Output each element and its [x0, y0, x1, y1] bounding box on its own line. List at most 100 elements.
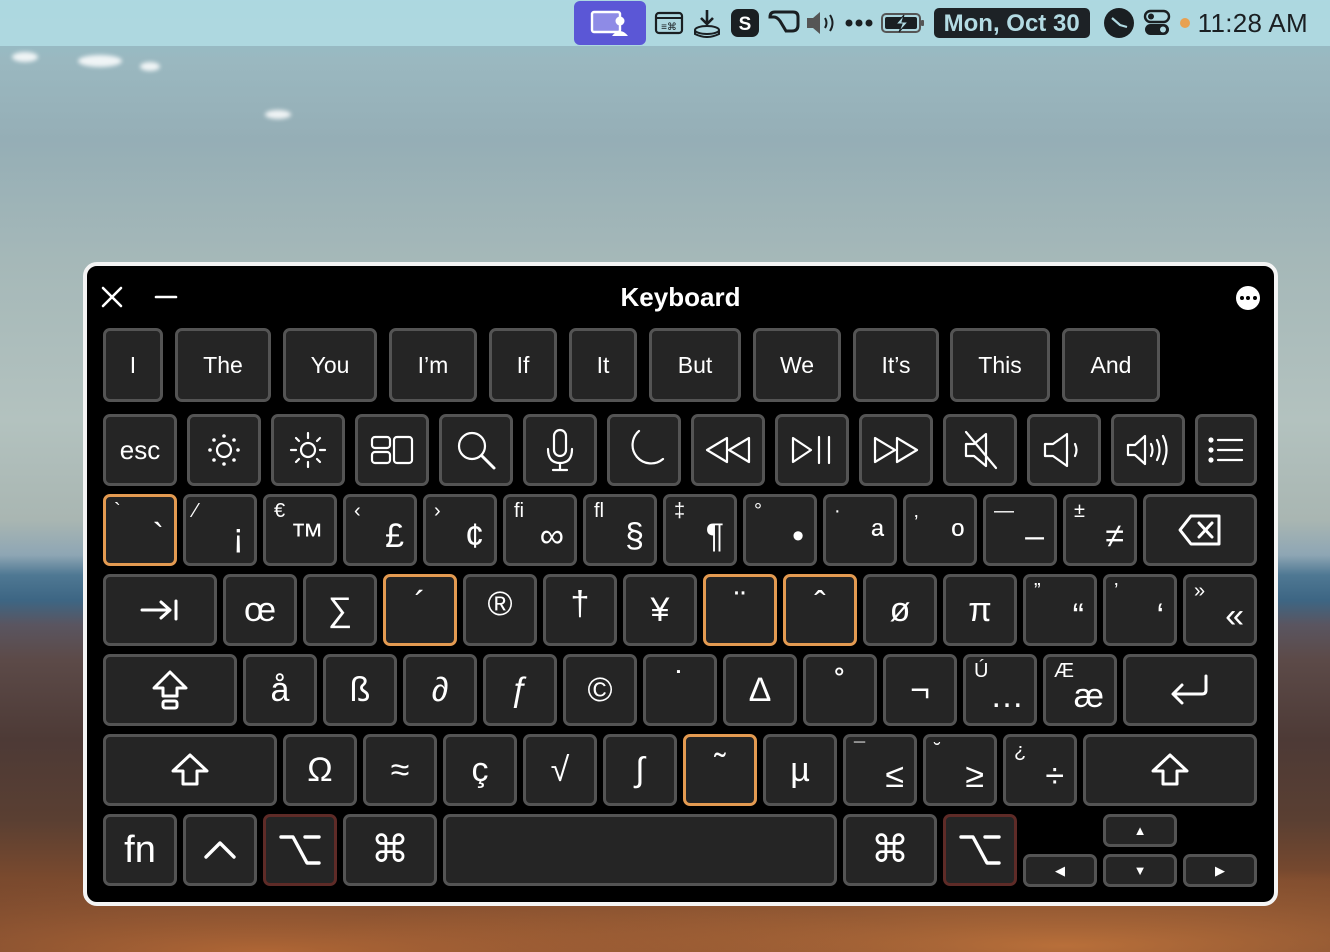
control-center-icon[interactable] — [1138, 0, 1176, 46]
number-row-key[interactable]: ° • — [743, 494, 817, 566]
number-row-key[interactable]: ﬁ ∞ — [503, 494, 577, 566]
suggestion-this[interactable]: This — [950, 328, 1050, 402]
bottom-row-key[interactable]: ˘ ≥ — [923, 734, 997, 806]
letter-row-key[interactable]: œ — [223, 574, 297, 646]
bottom-row-key[interactable]: √ — [523, 734, 597, 806]
number-row-key[interactable]: ‹ £ — [343, 494, 417, 566]
more-options-icon[interactable] — [1236, 286, 1260, 310]
clock-icon[interactable] — [1100, 0, 1138, 46]
number-row-key[interactable]: € ™ — [263, 494, 337, 566]
arrow-right-key[interactable]: ▶ — [1183, 854, 1257, 887]
rewind-key[interactable] — [691, 414, 765, 486]
suggestion-and[interactable]: And — [1062, 328, 1160, 402]
delete-key[interactable] — [1143, 494, 1257, 566]
letter-row-key[interactable]: π — [943, 574, 1017, 646]
bottom-row-key[interactable]: ≈ — [363, 734, 437, 806]
home-row-key[interactable]: Ú… — [963, 654, 1037, 726]
number-row-key[interactable]: — – — [983, 494, 1057, 566]
mission-control-key[interactable] — [355, 414, 429, 486]
letter-row-key[interactable]: ∑ — [303, 574, 377, 646]
letter-row-key[interactable]: ® — [463, 574, 537, 646]
suggestion-i[interactable]: I — [103, 328, 163, 402]
letter-row-key[interactable]: » « — [1183, 574, 1257, 646]
mute-key[interactable] — [943, 414, 1017, 486]
bottom-row-key[interactable]: ∫ — [603, 734, 677, 806]
suggestion-if[interactable]: If — [489, 328, 557, 402]
letter-row-key[interactable]: † — [543, 574, 617, 646]
menubar-date[interactable]: Mon, Oct 30 — [933, 8, 1090, 38]
suggestion-but[interactable]: But — [649, 328, 741, 402]
s-app-icon[interactable]: S — [726, 0, 764, 46]
arrow-left-key[interactable]: ◀ — [1023, 854, 1097, 887]
esc-key[interactable]: esc — [103, 414, 177, 486]
volume-icon[interactable] — [802, 0, 840, 46]
home-row-key[interactable]: ˙ — [643, 654, 717, 726]
suggestion-you[interactable]: You — [283, 328, 377, 402]
arrow-up-key[interactable]: ▲ — [1103, 814, 1177, 847]
letter-row-key[interactable]: ¨ — [703, 574, 777, 646]
suggestion-its[interactable]: It’s — [853, 328, 939, 402]
microphone-key[interactable] — [523, 414, 597, 486]
number-row-key[interactable]: ± ≠ — [1063, 494, 1137, 566]
number-row-key[interactable]: ﬂ § — [583, 494, 657, 566]
number-row-key[interactable]: · ª — [823, 494, 897, 566]
creative-cloud-icon[interactable] — [764, 0, 802, 46]
fast-forward-key[interactable] — [859, 414, 933, 486]
home-row-key[interactable]: ˚ — [803, 654, 877, 726]
number-row-key[interactable]: ⁄ ¡ — [183, 494, 257, 566]
home-row-key[interactable]: Ææ — [1043, 654, 1117, 726]
bottom-row-key[interactable]: µ — [763, 734, 837, 806]
volume-up-key[interactable] — [1111, 414, 1185, 486]
number-row-key[interactable]: ‡ ¶ — [663, 494, 737, 566]
bottom-row-key[interactable]: ˜ — [683, 734, 757, 806]
battery-charging-icon[interactable] — [878, 0, 928, 46]
home-row-key[interactable]: å — [243, 654, 317, 726]
shift-left-key[interactable] — [103, 734, 277, 806]
letter-row-key[interactable]: ’ ‘ — [1103, 574, 1177, 646]
tab-key[interactable] — [103, 574, 217, 646]
letter-row-key[interactable]: ø — [863, 574, 937, 646]
suggestion-im[interactable]: I’m — [389, 328, 477, 402]
number-row-key[interactable]: ‚ º — [903, 494, 977, 566]
volume-down-key[interactable] — [1027, 414, 1101, 486]
arrow-down-key[interactable]: ▼ — [1103, 854, 1177, 887]
bottom-row-key[interactable]: Ω — [283, 734, 357, 806]
letter-row-key[interactable]: ¥ — [623, 574, 697, 646]
home-row-key[interactable]: © — [563, 654, 637, 726]
suggestion-it[interactable]: It — [569, 328, 637, 402]
home-row-key[interactable]: ∂ — [403, 654, 477, 726]
number-row-key[interactable]: ` ` — [103, 494, 177, 566]
caps-lock-key[interactable] — [103, 654, 237, 726]
bottom-row-key[interactable]: ¯ ≤ — [843, 734, 917, 806]
home-row-key[interactable]: ¬ — [883, 654, 957, 726]
number-row-key[interactable]: › ¢ — [423, 494, 497, 566]
option-left-key[interactable] — [263, 814, 337, 886]
suggestion-the[interactable]: The — [175, 328, 271, 402]
letter-row-key[interactable]: ´ — [383, 574, 457, 646]
shift-right-key[interactable] — [1083, 734, 1257, 806]
download-tray-icon[interactable] — [688, 0, 726, 46]
bottom-row-key[interactable]: ç — [443, 734, 517, 806]
brightness-up-key[interactable] — [271, 414, 345, 486]
bottom-row-key[interactable]: ¿ ÷ — [1003, 734, 1077, 806]
list-key[interactable] — [1195, 414, 1257, 486]
play-pause-key[interactable] — [775, 414, 849, 486]
menubar-time[interactable]: 11:28 AM — [1198, 0, 1308, 46]
more-dots-icon[interactable] — [840, 0, 878, 46]
command-right-key[interactable]: ⌘ — [843, 814, 937, 886]
fn-key[interactable]: fn — [103, 814, 177, 886]
home-row-key[interactable]: ƒ — [483, 654, 557, 726]
letter-row-key[interactable]: ” “ — [1023, 574, 1097, 646]
do-not-disturb-moon-key[interactable] — [607, 414, 681, 486]
brightness-down-key[interactable] — [187, 414, 261, 486]
command-window-icon[interactable]: ≡⌘ — [650, 0, 688, 46]
return-key[interactable] — [1123, 654, 1257, 726]
control-key[interactable] — [183, 814, 257, 886]
screen-share-icon[interactable] — [573, 1, 646, 45]
command-left-key[interactable]: ⌘ — [343, 814, 437, 886]
option-right-key[interactable] — [943, 814, 1017, 886]
suggestion-we[interactable]: We — [753, 328, 841, 402]
search-key[interactable] — [439, 414, 513, 486]
home-row-key[interactable]: ß — [323, 654, 397, 726]
home-row-key[interactable]: ∆ — [723, 654, 797, 726]
